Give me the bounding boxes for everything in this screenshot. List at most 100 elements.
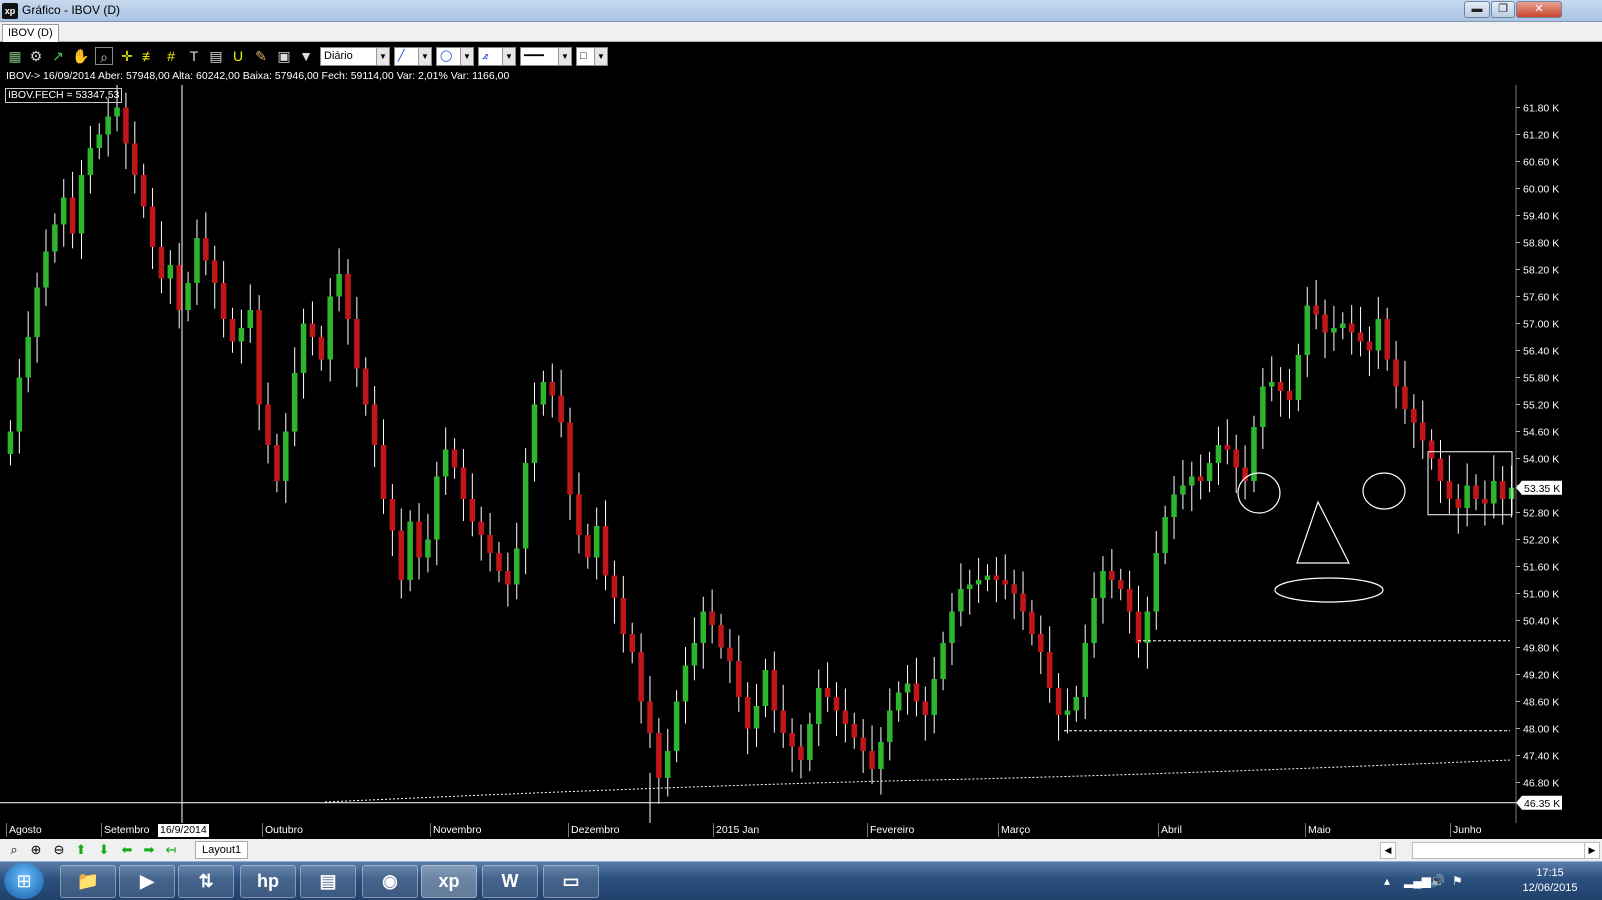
window-title: Gráfico - IBOV (D) bbox=[22, 3, 121, 17]
settings-icon[interactable]: ⚙ bbox=[27, 47, 45, 65]
series-legend: IBOV.FECH = 53347,53 bbox=[5, 88, 123, 103]
period-select[interactable]: Diário ▼ bbox=[320, 47, 390, 66]
text-icon[interactable]: T bbox=[185, 47, 203, 65]
arrow-right-icon[interactable]: ➡ bbox=[140, 842, 158, 858]
layout-tab[interactable]: Layout1 bbox=[195, 841, 249, 859]
candle-body bbox=[460, 467, 467, 499]
clock-date: 12/06/2015 bbox=[1522, 882, 1578, 894]
candle-body bbox=[1393, 359, 1399, 387]
candle-body bbox=[975, 580, 982, 585]
candle-body bbox=[1091, 598, 1097, 643]
hp-icon[interactable]: hp bbox=[240, 865, 296, 898]
brush-icon[interactable]: ✎ bbox=[252, 47, 270, 65]
tray-expand-icon[interactable]: ▴ bbox=[1384, 874, 1390, 888]
line-tool-select[interactable]: ╱ ▼ bbox=[394, 47, 432, 66]
media-player-icon[interactable]: ▶ bbox=[119, 865, 175, 898]
magnet-icon[interactable]: U bbox=[229, 47, 247, 65]
price-tick-label: 48.00 K bbox=[1523, 724, 1559, 736]
candle-body bbox=[807, 724, 813, 760]
price-tick-label: 60.60 K bbox=[1523, 157, 1559, 169]
price-chart[interactable]: 61.80 K 61.20 K 60.60 K 60.00 K 59.40 K 58.80… bbox=[0, 85, 1568, 823]
candle-body bbox=[220, 283, 227, 319]
candle-body bbox=[309, 323, 316, 337]
ellipse-tool-select[interactable]: ◯ ▼ bbox=[436, 47, 474, 66]
crosshair-date-label: 16/9/2014 bbox=[158, 824, 209, 837]
candle-body bbox=[371, 404, 378, 445]
filter-icon[interactable]: ▼ bbox=[297, 47, 315, 65]
candle-body bbox=[958, 589, 964, 612]
fibonacci-icon[interactable]: ≢ bbox=[140, 47, 158, 65]
color-select[interactable]: □ ▼ bbox=[576, 47, 608, 66]
candle-body bbox=[611, 575, 618, 598]
horizontal-scrollbar[interactable] bbox=[1412, 842, 1598, 859]
word-icon[interactable]: W bbox=[482, 865, 538, 898]
photo-viewer-icon[interactable]: ▭ bbox=[543, 865, 599, 898]
network-signal-icon[interactable]: ▂▄▆ bbox=[1404, 874, 1431, 888]
line-icon: ╱ bbox=[398, 50, 405, 62]
candle-body bbox=[1402, 386, 1408, 409]
restore-button[interactable]: ❐ bbox=[1491, 1, 1515, 18]
zoom-icon[interactable]: ⌕ bbox=[5, 842, 23, 858]
clipboard-icon[interactable]: ▣ bbox=[275, 47, 293, 65]
cursor-icon[interactable]: ↗ bbox=[49, 47, 67, 65]
volume-icon[interactable]: 🔊 bbox=[1430, 874, 1445, 888]
system-clock[interactable]: 17:15 12/06/2015 bbox=[1510, 866, 1590, 896]
candle-body bbox=[283, 431, 289, 481]
candle-body bbox=[1082, 643, 1088, 697]
minimize-button[interactable]: ▬ bbox=[1464, 1, 1490, 18]
candle-body bbox=[389, 499, 396, 531]
price-tick-label: 46.80 K bbox=[1523, 778, 1559, 790]
candle-body bbox=[576, 494, 582, 535]
candle-body bbox=[922, 701, 929, 715]
program-icon[interactable]: ▤ bbox=[300, 865, 356, 898]
arrow-end-icon[interactable]: ↤ bbox=[162, 842, 180, 858]
chrome-icon[interactable]: ◉ bbox=[362, 865, 418, 898]
candle-body bbox=[1348, 323, 1355, 333]
fan-tool-select[interactable]: ⦨ ▼ bbox=[478, 47, 516, 66]
close-button[interactable]: ✕ bbox=[1516, 1, 1562, 18]
crosshair-icon[interactable]: ✛ bbox=[118, 47, 136, 65]
arrow-left-icon[interactable]: ⬅ bbox=[118, 842, 136, 858]
candle-body bbox=[798, 746, 804, 760]
chart-nav-bar: ⌕ ⊕ ⊖ ⬆ ⬇ ⬅ ➡ ↤ Layout1 ◀ ▶ bbox=[0, 839, 1602, 861]
candle-body bbox=[949, 611, 955, 643]
candle-body bbox=[7, 431, 14, 454]
start-button[interactable]: ⊞ bbox=[4, 863, 44, 899]
scroll-left-icon[interactable]: ◀ bbox=[1380, 842, 1396, 859]
price-tick-label: 54.00 K bbox=[1523, 454, 1559, 466]
chart-type-icon[interactable]: ▦ bbox=[6, 47, 24, 65]
network-app-icon[interactable]: ⇅ bbox=[178, 865, 234, 898]
price-tick-label: 58.20 K bbox=[1523, 265, 1559, 277]
explorer-icon[interactable]: 📁 bbox=[60, 865, 116, 898]
price-tick-label: 61.20 K bbox=[1523, 130, 1559, 142]
action-center-icon[interactable]: ⚑ bbox=[1452, 874, 1463, 888]
candle-body bbox=[291, 373, 298, 432]
zoom-icon[interactable]: ⌕ bbox=[95, 47, 113, 65]
time-axis-label: Dezembro bbox=[568, 823, 619, 837]
price-tick-label: 49.20 K bbox=[1523, 670, 1559, 682]
candle-body bbox=[744, 697, 751, 729]
candle-body bbox=[1029, 611, 1035, 634]
candle-body bbox=[1419, 422, 1426, 441]
candle-body bbox=[1473, 485, 1479, 499]
arrow-down-icon[interactable]: ⬇ bbox=[95, 842, 113, 858]
zoom-in-icon[interactable]: ⊕ bbox=[27, 842, 45, 858]
hand-icon[interactable]: ✋ bbox=[72, 47, 90, 65]
candle-body bbox=[1277, 382, 1284, 391]
calculator-icon[interactable]: ▤ bbox=[207, 47, 225, 65]
candle-body bbox=[434, 476, 440, 540]
candle-body bbox=[1446, 481, 1453, 499]
candle-body bbox=[1224, 445, 1231, 450]
grid-icon[interactable]: # bbox=[162, 47, 180, 65]
xp-app-icon[interactable]: xp bbox=[421, 865, 477, 898]
candle-body bbox=[60, 197, 67, 225]
chart-toolbar: ▦ ⚙ ↗ ✋ ⌕ ✛ ≢ # T ▤ U ✎ ▣ ▼ Diário ▼ ╱ ▼ ◯… bbox=[0, 43, 1602, 69]
candle-body bbox=[1162, 517, 1168, 553]
line-style-select[interactable]: ━━━ ▼ bbox=[520, 47, 572, 66]
chevron-down-icon: ▼ bbox=[502, 48, 515, 65]
zoom-out-icon[interactable]: ⊖ bbox=[50, 842, 68, 858]
tab-ibov[interactable]: IBOV (D) bbox=[2, 24, 59, 42]
candle-body bbox=[1135, 611, 1142, 643]
scroll-right-icon[interactable]: ▶ bbox=[1584, 842, 1600, 859]
arrow-up-icon[interactable]: ⬆ bbox=[72, 842, 90, 858]
